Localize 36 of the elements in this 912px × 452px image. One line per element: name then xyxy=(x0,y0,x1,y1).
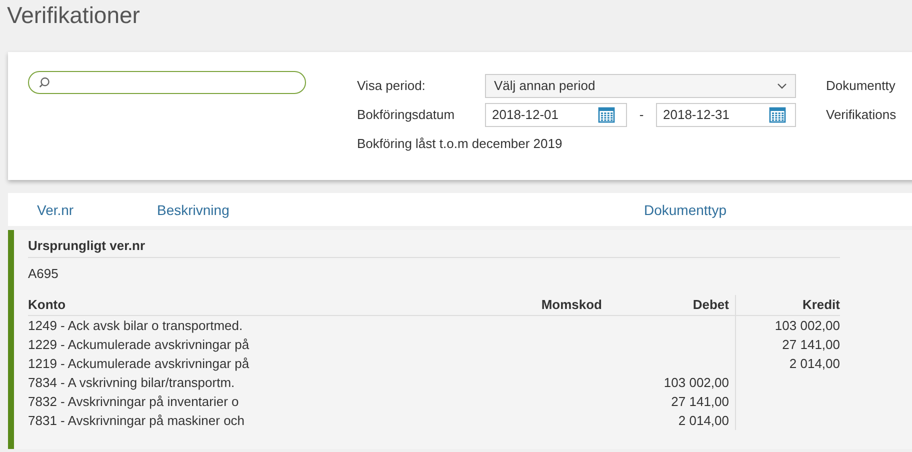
table-cell: 103 002,00 xyxy=(774,317,840,334)
column-header: Konto xyxy=(28,295,462,316)
field-label: Dokumentty xyxy=(826,78,896,93)
date-separator: - xyxy=(638,107,645,122)
lock-note: Bokföring låst t.o.m december 2019 xyxy=(357,136,564,151)
date-to-field[interactable]: 2018-12-31 xyxy=(656,102,796,126)
table-cell: 27 141,00 xyxy=(782,336,840,353)
calendar-icon[interactable] xyxy=(598,106,615,123)
column-header-link[interactable]: Dokumenttyp xyxy=(644,202,844,218)
column-header-link[interactable]: Beskrivning xyxy=(157,202,644,218)
search-icon xyxy=(39,77,50,88)
table-cell: 2 014,00 xyxy=(789,355,840,372)
table-cell-text: 1249 - Ack avsk bilar o transportmed. xyxy=(28,317,244,335)
table-cell-text: 7831 - Avskrivningar på maskiner och xyxy=(28,412,246,430)
period-label: Visa period: xyxy=(357,78,426,93)
column-header: Momskod xyxy=(462,295,602,316)
table-cell-text: 1219 - Ackumulerade avskrivningar på xyxy=(28,355,250,373)
chevron-down-icon xyxy=(777,82,787,88)
field-label: Ursprungligt ver.nr xyxy=(28,238,840,258)
table-cell-text: 7834 - A vskrivning bilar/transportm. xyxy=(28,374,236,392)
search-field[interactable] xyxy=(28,71,306,94)
period-dropdown[interactable]: Välj annan period xyxy=(485,74,796,98)
column-header: Kredit xyxy=(736,295,840,316)
table-cell: 103 002,00 xyxy=(664,374,729,391)
calendar-icon[interactable] xyxy=(769,106,786,123)
table-cell-text: 1229 - Ackumulerade avskrivningar på xyxy=(28,336,250,354)
column-header-link[interactable]: Ver.nr xyxy=(37,202,157,218)
field-label: Verifikations xyxy=(826,107,896,122)
column-header: Debet xyxy=(602,295,736,316)
page-title: Verifikationer xyxy=(6,1,141,30)
table-cell-text: 7832 - Avskrivningar på inventarier o xyxy=(28,393,240,411)
table-cell: 2 014,00 xyxy=(678,412,729,429)
table-cell: 27 141,00 xyxy=(671,393,729,410)
field-value: A695 xyxy=(28,266,60,281)
date-from-field[interactable]: 2018-12-01 xyxy=(485,102,627,126)
date-label: Bokföringsdatum xyxy=(357,107,456,122)
